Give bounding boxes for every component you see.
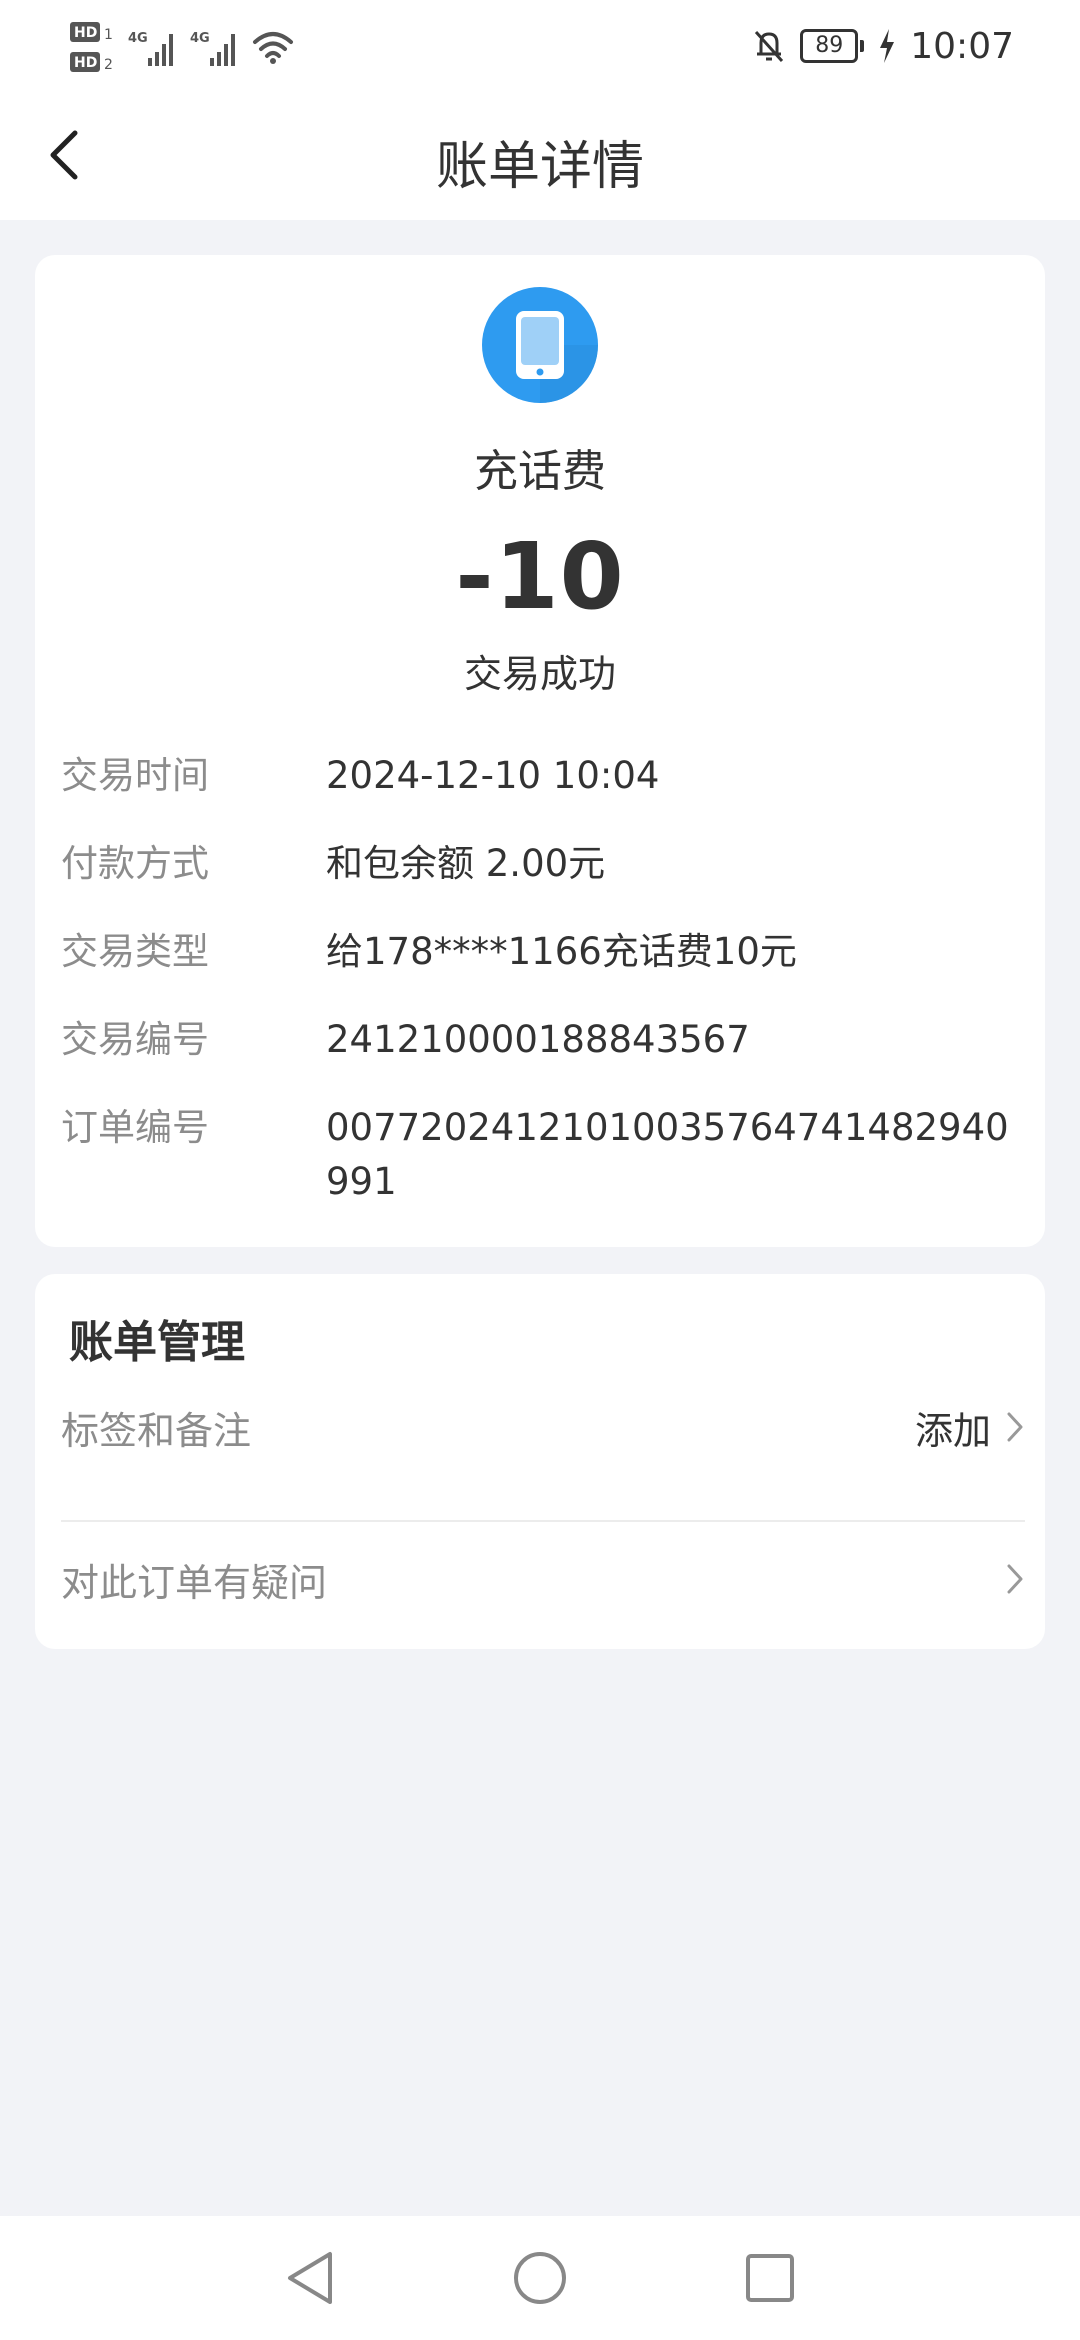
add-button[interactable]: 添加 — [915, 1400, 991, 1455]
bill-manage-card: 账单管理 标签和备注 添加 对此订单有疑问 — [35, 1274, 1045, 1649]
page-title: 账单详情 — [435, 137, 644, 197]
row-label: 对此订单有疑问 — [61, 1560, 328, 1605]
wifi-icon — [253, 32, 293, 64]
signal-icon-2: 4G — [190, 31, 235, 66]
detail-row-type: 交易类型 给178****1166充话费10元 — [61, 925, 1021, 979]
order-question-row[interactable]: 对此订单有疑问 — [61, 1524, 1025, 1634]
battery-level: 89 — [800, 29, 859, 63]
system-recents-button[interactable] — [740, 2248, 800, 2308]
dual-sim-icon: HD 1 HD 2 — [70, 22, 113, 73]
detail-row-time: 交易时间 2024-12-10 10:04 — [61, 749, 1021, 803]
detail-label: 付款方式 — [61, 842, 209, 885]
status-bar: HD 1 HD 2 4G 4G 89 10:07 — [0, 0, 1080, 90]
system-nav-bar — [0, 2216, 1080, 2340]
detail-row-payment: 付款方式 和包余额 2.00元 — [61, 837, 1021, 891]
svg-text:1: 1 — [104, 27, 113, 43]
nav-bar: 账单详情 — [0, 90, 1080, 220]
svg-text:2: 2 — [104, 57, 113, 73]
detail-label: 交易时间 — [61, 754, 209, 797]
system-back-button[interactable] — [280, 2248, 340, 2308]
svg-text:HD: HD — [74, 25, 97, 41]
detail-value: 241210000188843567 — [326, 1018, 750, 1061]
detail-row-order-no: 订单编号 00772024121010035764741482940991 — [61, 1101, 1021, 1209]
battery-icon: 89 — [800, 29, 865, 63]
status-right: 89 10:07 — [752, 18, 1014, 74]
row-label: 标签和备注 — [61, 1408, 252, 1453]
detail-label: 交易编号 — [61, 1018, 209, 1061]
detail-value: 00772024121010035764741482940991 — [326, 1106, 1009, 1203]
status-left: HD 1 HD 2 4G 4G — [70, 18, 294, 78]
section-title: 账单管理 — [69, 1317, 245, 1368]
system-home-button[interactable] — [510, 2248, 570, 2308]
clock: 10:07 — [910, 25, 1014, 67]
svg-text:4G: 4G — [128, 31, 148, 46]
square-recents-icon — [746, 2254, 794, 2302]
svg-text:4G: 4G — [190, 31, 210, 46]
tags-notes-row[interactable]: 标签和备注 添加 — [61, 1372, 1025, 1482]
merchant-name: 充话费 — [474, 446, 606, 497]
chevron-right-icon — [1007, 1564, 1023, 1594]
chevron-right-icon — [1007, 1412, 1023, 1442]
divider — [61, 1520, 1025, 1522]
transaction-card: 充话费 -10 交易成功 交易时间 2024-12-10 10:04 付款方式 … — [35, 255, 1045, 1247]
triangle-back-icon — [288, 2252, 332, 2304]
detail-label: 交易类型 — [61, 930, 209, 973]
detail-label: 订单编号 — [61, 1106, 209, 1149]
circle-home-icon — [514, 2252, 566, 2304]
mute-bell-icon — [755, 30, 784, 63]
transaction-amount: -10 — [455, 523, 625, 630]
svg-text:HD: HD — [74, 55, 97, 71]
transaction-status: 交易成功 — [463, 652, 616, 696]
detail-row-trade-no: 交易编号 241210000188843567 — [61, 1013, 1021, 1067]
detail-value: 给178****1166充话费10元 — [326, 930, 797, 973]
signal-icon: 4G — [128, 31, 173, 66]
phone-icon — [482, 287, 598, 403]
detail-value: 和包余额 2.00元 — [326, 842, 606, 885]
detail-value: 2024-12-10 10:04 — [326, 754, 660, 797]
charging-icon — [880, 29, 895, 63]
